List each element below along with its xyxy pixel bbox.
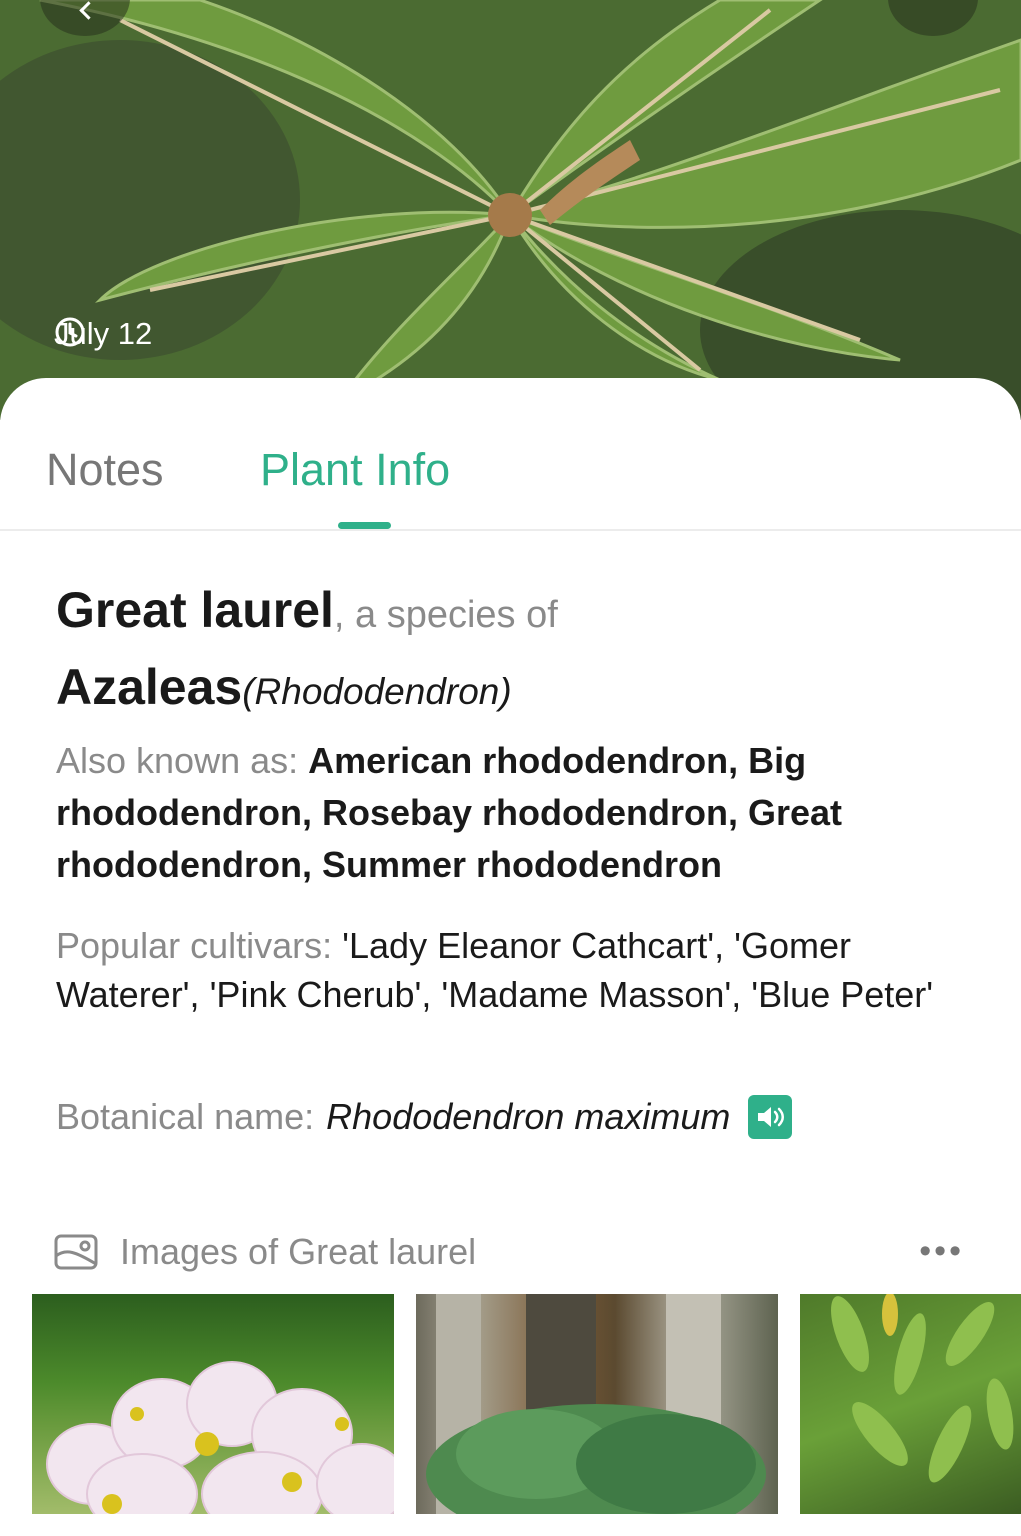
thumbnail-flower-cluster[interactable] [32, 1294, 394, 1514]
shrub-in-forest-image [426, 1294, 766, 1514]
tab-plant-info[interactable]: Plant Info [260, 446, 450, 494]
popular-cultivars: Popular cultivars: 'Lady Eleanor Cathcar… [56, 921, 956, 1019]
botanical-value: Rhododendron maximum [326, 1096, 731, 1137]
image-gallery-icon [54, 1234, 98, 1270]
images-section-header: Images of Great laurel ••• [54, 1230, 964, 1274]
plant-title: Great laurel, a species of Azaleas(Rhodo… [56, 578, 956, 732]
watermark-line-1: For Sale [740, 1056, 875, 1094]
active-tab-indicator [338, 522, 391, 529]
image-thumbnails [32, 1294, 1021, 1514]
images-section-title: Images of Great laurel [120, 1231, 477, 1272]
common-name: Great laurel [56, 582, 334, 638]
clock-icon [55, 317, 85, 347]
watermark: For Sale 2025 [740, 1058, 874, 1126]
flower-cluster-image [46, 1361, 394, 1514]
plant-photo-header: July 12 [0, 0, 1021, 420]
genus-common-name[interactable]: Azaleas [56, 659, 242, 715]
thumbnail-shrub-in-forest[interactable] [416, 1294, 778, 1514]
plant-info-sheet: Notes Plant Info Great laurel, a species… [0, 378, 1021, 1536]
thumbnail-leafy-branches[interactable] [800, 1294, 1021, 1514]
tab-bar: Notes Plant Info [0, 378, 1021, 531]
plant-photo [0, 0, 1021, 420]
more-icon[interactable]: ••• [919, 1232, 964, 1271]
chevron-left-icon [79, 1, 98, 20]
leafy-branches-image [831, 1294, 1014, 1483]
species-of-text: , a species of [333, 594, 558, 636]
also-known-as: Also known as: American rhododendron, Bi… [56, 735, 956, 891]
photo-date: July 12 [54, 316, 152, 352]
also-known-as-label: Also known as: [56, 740, 309, 781]
cultivars-label: Popular cultivars: [56, 925, 343, 966]
tab-notes[interactable]: Notes [46, 446, 164, 494]
botanical-label: Botanical name: [56, 1096, 315, 1137]
watermark-line-2: 2025 [798, 1090, 875, 1128]
genus-latin-name: (Rhododendron) [242, 671, 512, 712]
